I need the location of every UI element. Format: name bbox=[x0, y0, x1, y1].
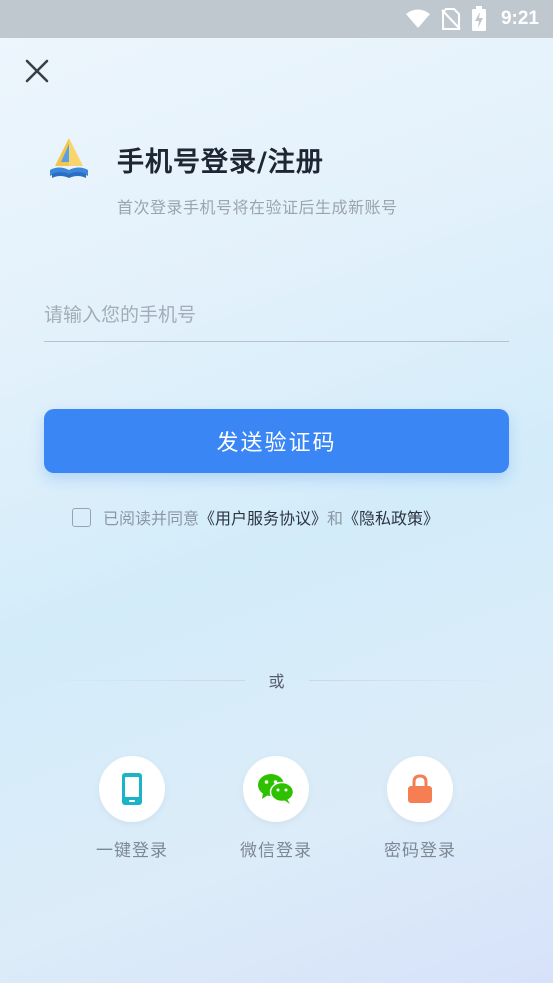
password-login-label: 密码登录 bbox=[384, 841, 456, 861]
or-divider: 或 bbox=[44, 667, 510, 693]
page-title: 手机号登录/注册 bbox=[117, 147, 324, 178]
divider-line-right bbox=[308, 679, 510, 681]
wechat-icon bbox=[258, 774, 295, 804]
wifi-icon bbox=[405, 9, 430, 28]
one-click-login-button[interactable]: 一键登录 bbox=[77, 756, 187, 861]
send-code-button[interactable]: 发送验证码 bbox=[44, 409, 509, 473]
wechat-login-circle[interactable] bbox=[243, 756, 309, 822]
phone-input[interactable] bbox=[44, 288, 509, 342]
battery-charging-icon bbox=[471, 6, 486, 31]
agreement-row: 已阅读并同意 《用户服务协议》 和 《隐私政策》 bbox=[72, 505, 439, 529]
wechat-login-label: 微信登录 bbox=[240, 841, 312, 861]
password-login-circle[interactable] bbox=[387, 756, 453, 822]
page-subtitle: 首次登录手机号将在验证后生成新账号 bbox=[117, 198, 398, 217]
app-logo-icon bbox=[50, 138, 88, 178]
user-agreement-link[interactable]: 《用户服务协议》 bbox=[199, 505, 327, 529]
lock-icon bbox=[408, 774, 432, 803]
divider-line-left bbox=[44, 679, 245, 681]
wechat-login-button[interactable]: 微信登录 bbox=[221, 756, 331, 861]
status-bar: 9:21 bbox=[0, 0, 553, 38]
password-login-button[interactable]: 密码登录 bbox=[365, 756, 475, 861]
close-icon bbox=[25, 59, 49, 83]
one-click-login-label: 一键登录 bbox=[96, 841, 168, 861]
privacy-policy-link[interactable]: 《隐私政策》 bbox=[343, 505, 439, 529]
no-sim-icon bbox=[441, 8, 461, 30]
close-button[interactable] bbox=[22, 56, 52, 86]
agreement-and: 和 bbox=[327, 509, 344, 528]
status-time: 9:21 bbox=[500, 8, 539, 29]
agreement-prefix: 已阅读并同意 bbox=[103, 509, 200, 528]
agreement-checkbox[interactable] bbox=[72, 507, 91, 527]
one-click-login-circle[interactable] bbox=[99, 756, 165, 822]
or-label: 或 bbox=[268, 672, 285, 691]
phone-icon bbox=[122, 773, 142, 805]
